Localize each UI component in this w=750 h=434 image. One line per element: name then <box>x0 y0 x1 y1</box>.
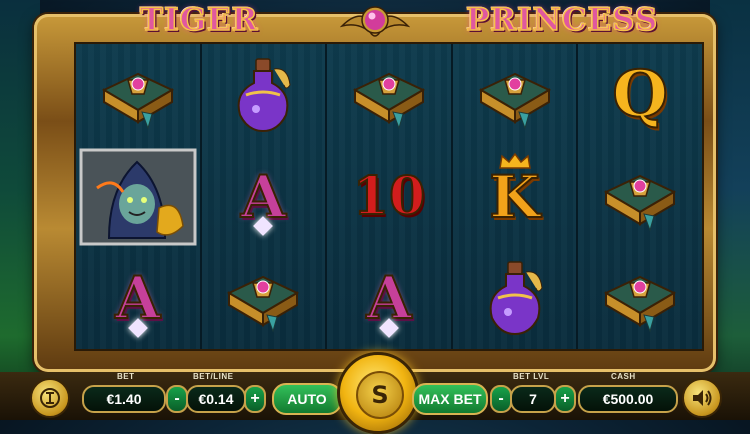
reel-cell <box>202 247 326 349</box>
betlvl-label: BET LVL <box>513 372 550 381</box>
potion-icon <box>238 58 291 132</box>
betline-label: BET/LINE <box>193 372 234 381</box>
reel-cell <box>578 247 702 349</box>
plus-icon: + <box>250 390 260 407</box>
bet-display: €1.40 <box>82 385 166 413</box>
cash-value: €500.00 <box>602 391 654 407</box>
potion-icon <box>489 261 543 336</box>
reel-cell: Q <box>578 44 702 146</box>
auto-button[interactable]: AUTO <box>272 383 342 415</box>
betline-minus-button[interactable]: - <box>166 385 188 413</box>
cash-label: CASH <box>611 372 636 381</box>
reel-cell <box>327 44 451 146</box>
spellbook-icon <box>352 72 426 130</box>
minus-icon: - <box>498 390 504 407</box>
title-word-tiger: TIGER <box>139 1 259 39</box>
title-word-princess: PRINCESS <box>465 1 659 39</box>
betlvl-display: 7 <box>510 385 556 413</box>
max-bet-button[interactable]: MAX BET <box>412 383 488 415</box>
spin-label: S <box>371 381 389 409</box>
betline-display: €0.14 <box>186 385 246 413</box>
reel-grid: A A 10 A K Q <box>74 42 704 351</box>
hooded-tiger-warrior-icon <box>79 148 197 245</box>
plus-icon: + <box>560 390 570 407</box>
reel-cell: A <box>327 247 451 349</box>
reel-cell <box>202 44 326 146</box>
reel-1: A <box>76 44 202 349</box>
spellbook-icon <box>227 276 300 333</box>
pink-gem-ornament-icon <box>340 6 410 37</box>
reel-4: K <box>452 44 579 349</box>
reel-cell: A <box>76 247 200 349</box>
sound-button[interactable] <box>682 378 722 418</box>
spin-coin-icon: S <box>356 371 404 419</box>
spellbook-icon <box>101 72 174 130</box>
betlvl-minus-button[interactable]: - <box>490 385 512 413</box>
spellbook-icon <box>478 72 551 130</box>
crown-icon <box>498 152 531 169</box>
auto-label: AUTO <box>287 391 327 407</box>
reel-5: Q <box>578 44 702 349</box>
reel-cell <box>76 44 200 146</box>
reel-cell <box>578 146 702 248</box>
jungle-background-right <box>710 0 750 420</box>
reel-cell <box>453 44 577 146</box>
betlvl-value: 7 <box>529 391 537 407</box>
spellbook-icon <box>604 276 677 333</box>
reel-cell-tiger-warrior <box>76 146 200 248</box>
cash-display: €500.00 <box>578 385 678 413</box>
bet-value: €1.40 <box>106 391 142 407</box>
game-title: TIGER PRINCESS <box>0 0 750 40</box>
betline-value: €0.14 <box>198 391 234 407</box>
minus-icon: - <box>174 390 180 407</box>
betlvl-plus-button[interactable]: + <box>554 385 576 413</box>
bet-label: BET <box>117 372 135 381</box>
max-bet-label: MAX BET <box>418 391 482 407</box>
betline-plus-button[interactable]: + <box>244 385 266 413</box>
reel-2: A <box>201 44 328 349</box>
reel-3: 10 A <box>327 44 453 349</box>
speaker-icon <box>693 390 712 406</box>
spin-button[interactable]: S <box>337 352 419 434</box>
menu-button[interactable] <box>30 378 70 418</box>
number-10-symbol: 10 <box>352 165 426 227</box>
spellbook-icon <box>604 174 677 232</box>
reel-cell <box>453 247 577 349</box>
reel-cell: 10 <box>327 146 451 248</box>
letter-k-symbol: K <box>488 162 540 231</box>
reel-cell: K <box>453 146 577 248</box>
coin-menu-icon <box>40 388 60 408</box>
reel-cell: A <box>202 146 326 248</box>
letter-q-symbol: Q <box>611 56 669 132</box>
